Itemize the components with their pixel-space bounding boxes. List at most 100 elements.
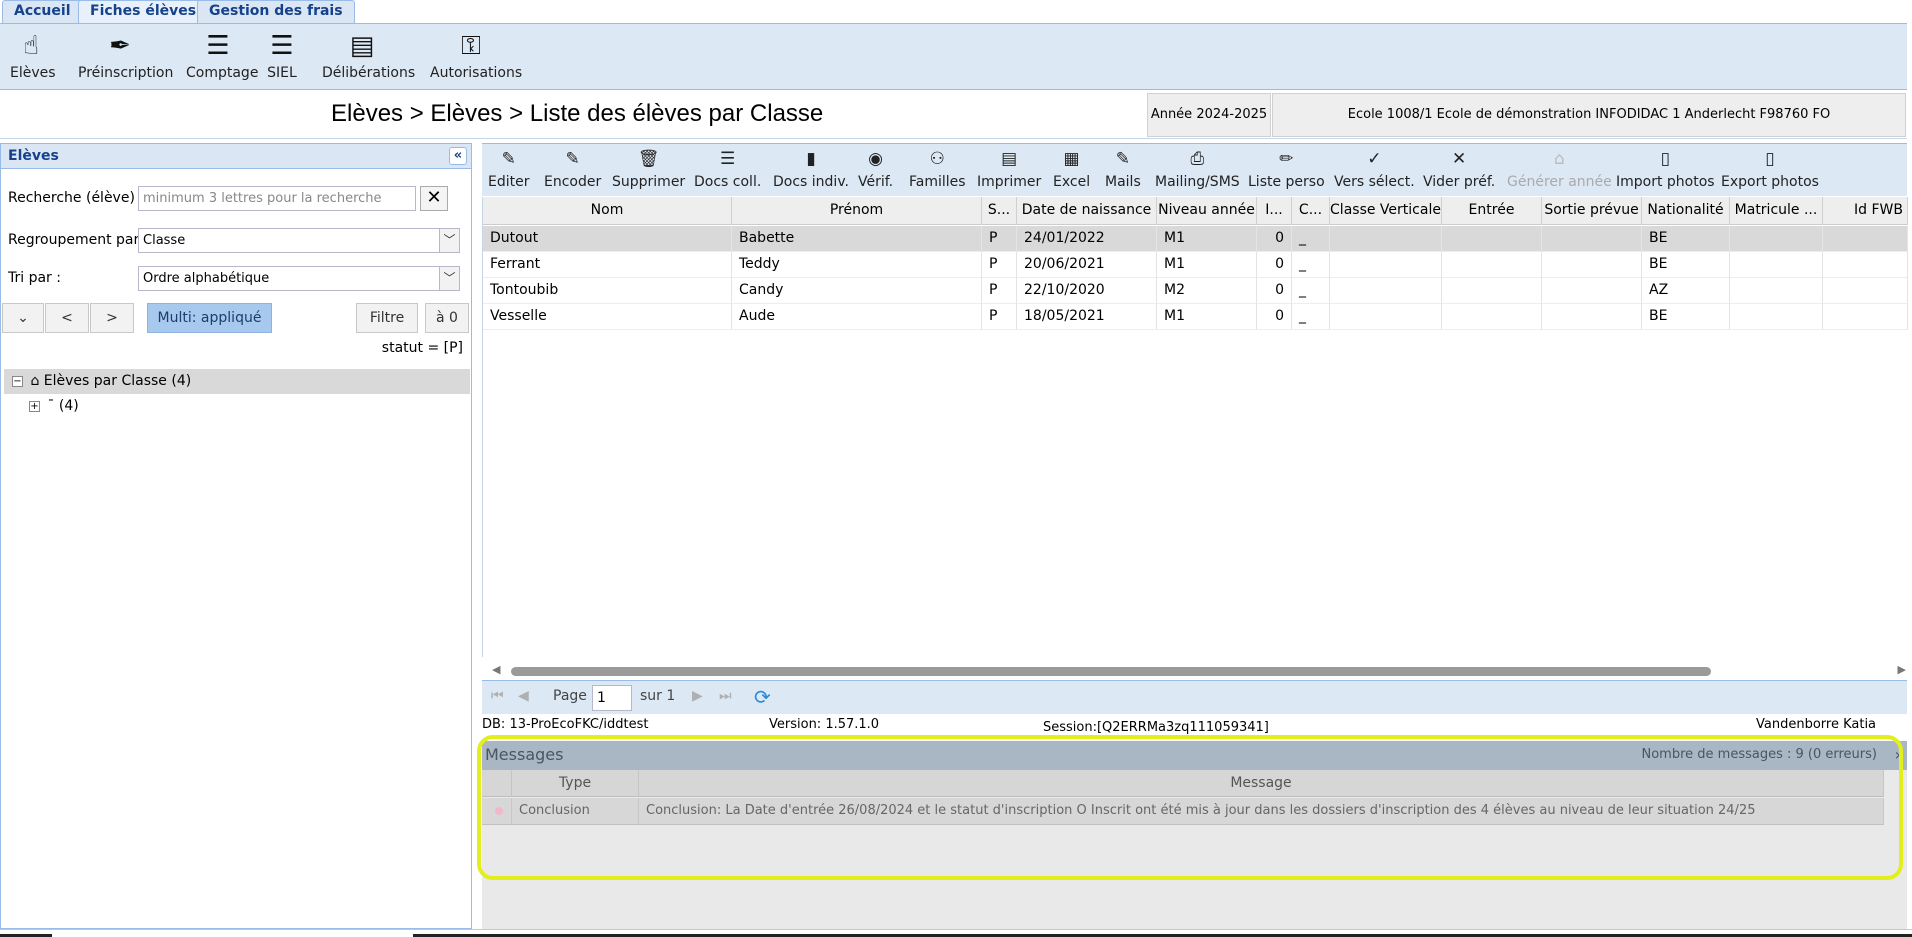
table-cell: 0 — [1257, 278, 1292, 304]
first-page-icon[interactable]: ⏮ — [491, 688, 504, 704]
family-icon: ⚇ — [929, 149, 945, 169]
column-header[interactable]: C... — [1292, 197, 1330, 225]
page-input[interactable]: 1 — [592, 685, 632, 711]
tree-child[interactable]: + ¯ (4) — [4, 394, 470, 419]
column-header[interactable]: Niveau année — [1157, 197, 1257, 225]
table-cell: _ — [1292, 252, 1330, 278]
scroll-left-icon[interactable]: ◀ — [492, 663, 500, 676]
column-header[interactable]: Nom — [483, 197, 732, 225]
toolbar-autorisations-button[interactable]: ⚿ Autorisations — [430, 31, 522, 81]
column-header[interactable]: S... — [982, 197, 1017, 225]
mails-button[interactable]: ✎ Mails — [1105, 147, 1141, 190]
filter-button[interactable]: Filtre — [356, 303, 418, 333]
tab-fiches-eleves[interactable]: Fiches élèves — [78, 0, 209, 24]
column-header[interactable]: Date de naissance — [1017, 197, 1157, 225]
horizontal-scrollbar[interactable]: ◀ ▶ — [483, 663, 1908, 679]
prev-button[interactable]: < — [45, 303, 89, 333]
key-icon: ⚿ — [461, 31, 481, 61]
docs-indiv-button[interactable]: ▮ Docs indiv. — [773, 147, 849, 190]
hand-pointer-icon: ☝ — [23, 31, 39, 61]
edit-icon: ✎ — [1115, 149, 1130, 169]
scrollbar-thumb[interactable] — [511, 667, 1711, 676]
encode-button[interactable]: ✎ Encoder — [544, 147, 601, 190]
toolbar-deliberations-button[interactable]: ▤ Délibérations — [322, 32, 415, 81]
export-photos-button[interactable]: ▯ Export photos — [1721, 147, 1819, 190]
search-label: Recherche (élève) : — [8, 190, 145, 206]
sort-select[interactable]: Ordre alphabétique ﹀ — [138, 266, 460, 291]
column-header[interactable]: Nationalité — [1642, 197, 1730, 225]
toolbar-eleves-button[interactable]: ☝ Elèves — [10, 31, 56, 81]
delete-button[interactable]: 🗑 Supprimer — [612, 147, 685, 190]
refresh-icon[interactable]: ⟳ — [754, 685, 771, 709]
to-selection-button[interactable]: ✓ Vers sélect. — [1334, 147, 1415, 190]
reset-button[interactable]: à 0 — [425, 303, 469, 333]
column-header[interactable]: Entrée — [1442, 197, 1542, 225]
expand-button[interactable]: ⌄ — [2, 303, 44, 333]
next-page-icon[interactable]: ▶ — [692, 688, 703, 704]
toolbar-siel-button[interactable]: ☰ SIEL — [260, 32, 304, 81]
page-count-label: sur 1 — [640, 688, 676, 704]
table-row[interactable]: Tontoubib Candy P 22/10/2020 M2 0 _ AZ — [483, 278, 1908, 304]
table-cell: P — [982, 278, 1017, 304]
expand-node-icon[interactable]: + — [29, 400, 40, 412]
table-cell — [1542, 278, 1642, 304]
table-cell: Ferrant — [483, 252, 732, 278]
next-button[interactable]: > — [90, 303, 134, 333]
table-row[interactable]: Ferrant Teddy P 20/06/2021 M1 0 _ BE — [483, 252, 1908, 278]
table-row[interactable]: Dutout Babette P 24/01/2022 M1 0 _ BE — [483, 226, 1908, 252]
group-select[interactable]: Classe ﹀ — [138, 228, 460, 253]
table-cell — [1542, 304, 1642, 330]
toolbar-preinscription-button[interactable]: ✒ Préinscription — [78, 32, 173, 81]
sort-select-value: Ordre alphabétique — [143, 271, 270, 286]
import-photos-button[interactable]: ▯ Import photos — [1616, 147, 1715, 190]
tab-gestion-des-frais[interactable]: Gestion des frais — [197, 0, 355, 23]
clear-search-button[interactable]: ✕ — [420, 186, 448, 211]
families-button[interactable]: ⚇ Familles — [909, 147, 966, 190]
column-header[interactable]: Prénom — [732, 197, 982, 225]
collapse-node-icon[interactable]: − — [12, 375, 23, 387]
table-cell: 22/10/2020 — [1017, 278, 1157, 304]
mailing-sms-label: Mailing/SMS — [1155, 174, 1240, 190]
table-cell: 0 — [1257, 252, 1292, 278]
tab-accueil[interactable]: Accueil — [2, 0, 83, 23]
mailing-sms-button[interactable]: ⎙ Mailing/SMS — [1155, 147, 1240, 190]
edit-label: Editer — [488, 174, 530, 190]
column-header[interactable]: Sortie prévue — [1542, 197, 1642, 225]
multi-button[interactable]: Multi: appliqué — [147, 303, 272, 333]
table-cell — [1730, 278, 1823, 304]
prev-page-icon[interactable]: ◀ — [518, 688, 529, 704]
table-row[interactable]: Vesselle Aude P 18/05/2021 M1 0 _ BE — [483, 304, 1908, 330]
toolbar-siel-label: SIEL — [267, 65, 297, 81]
column-header[interactable]: Id FWB — [1823, 197, 1908, 225]
excel-button[interactable]: ▦ Excel — [1053, 147, 1090, 190]
tree-root[interactable]: − ⌂ Elèves par Classe (4) — [4, 369, 470, 394]
verif-button[interactable]: ◉ Vérif. — [858, 147, 893, 190]
column-header[interactable]: Matricule ... — [1730, 197, 1823, 225]
mails-label: Mails — [1105, 174, 1141, 190]
chevron-down-icon[interactable]: ﹀ — [439, 229, 459, 252]
print-button[interactable]: ▤ Imprimer — [977, 147, 1041, 190]
docs-coll-button[interactable]: ☰ Docs coll. — [694, 147, 761, 190]
custom-list-button[interactable]: ✏ Liste perso — [1248, 147, 1325, 190]
scroll-right-icon[interactable]: ▶ — [1898, 663, 1906, 676]
encode-label: Encoder — [544, 174, 602, 190]
clear-pref-button[interactable]: ✕ Vider préf. — [1423, 147, 1495, 190]
export-photos-label: Export photos — [1721, 174, 1819, 190]
highlight-annotation — [477, 735, 1903, 880]
search-input[interactable]: minimum 3 lettres pour la recherche — [138, 186, 416, 211]
last-page-icon[interactable]: ⏭ — [719, 688, 732, 704]
sort-label: Tri par : — [8, 270, 61, 286]
column-header[interactable]: Classe Verticale — [1330, 197, 1442, 225]
group-select-value: Classe — [143, 233, 186, 248]
chevron-down-icon[interactable]: ﹀ — [439, 267, 459, 290]
collapse-icon[interactable]: « — [449, 147, 467, 165]
list-icon: ☰ — [206, 31, 230, 61]
column-header[interactable]: I... — [1257, 197, 1292, 225]
generate-year-button[interactable]: ⌂ Générer année — [1507, 147, 1612, 190]
version-info: Version: 1.57.1.0 — [769, 717, 880, 732]
group-label: Regroupement par : — [8, 232, 149, 248]
edit-button[interactable]: ✎ Editer — [488, 147, 529, 190]
check-icon: ✓ — [1367, 149, 1382, 169]
toolbar-comptage-button[interactable]: ☰ Comptage — [186, 31, 258, 81]
excel-icon: ▦ — [1063, 149, 1080, 169]
